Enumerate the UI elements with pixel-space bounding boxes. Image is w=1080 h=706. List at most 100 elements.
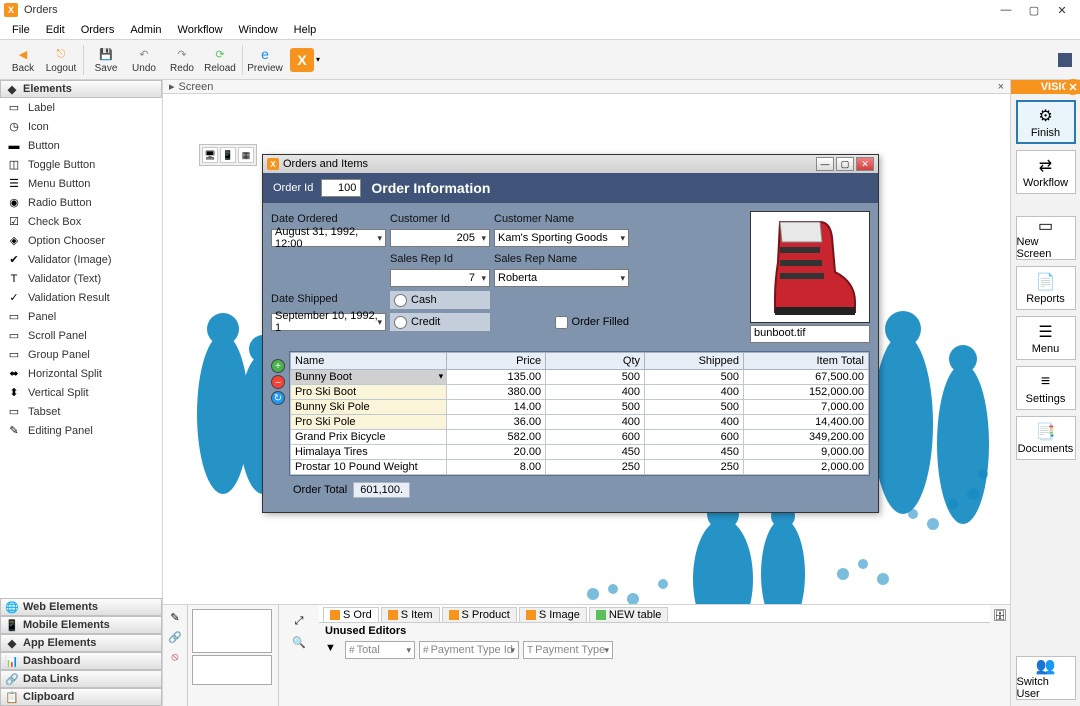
order-id-field[interactable]: 100: [321, 179, 361, 197]
col-price[interactable]: Price: [447, 353, 546, 370]
element-icon[interactable]: ◷Icon: [0, 117, 162, 136]
maximize-button[interactable]: ▢: [1020, 1, 1048, 19]
order-filled-checkbox[interactable]: Order Filled: [494, 313, 629, 331]
element-horizontal-split[interactable]: ⬌Horizontal Split: [0, 364, 162, 383]
col-qty[interactable]: Qty: [546, 353, 645, 370]
image-filename-field[interactable]: bunboot.tif: [750, 325, 870, 343]
menu-window[interactable]: Window: [231, 22, 286, 38]
child-window-titlebar[interactable]: X Orders and Items — ▢ ✕: [263, 155, 878, 173]
tab-s-item[interactable]: S Item: [381, 607, 440, 622]
col-shipped[interactable]: Shipped: [645, 353, 744, 370]
sales-rep-name-select[interactable]: Roberta: [494, 269, 629, 287]
order-items-table[interactable]: NamePriceQtyShippedItem Total Bunny Boot…: [289, 351, 870, 476]
sidebar-section-web-elements[interactable]: 🌐Web Elements: [0, 598, 162, 616]
menu-help[interactable]: Help: [286, 22, 325, 38]
menu-edit[interactable]: Edit: [38, 22, 73, 38]
child-close-button[interactable]: ✕: [856, 157, 874, 171]
link-tool-icon[interactable]: 🔗: [167, 629, 183, 645]
table-row[interactable]: Pro Ski Boot380.00400400152,000.00: [291, 385, 869, 400]
payment-credit-radio[interactable]: Credit: [390, 313, 490, 331]
delete-row-icon[interactable]: –: [271, 375, 285, 389]
child-maximize-button[interactable]: ▢: [836, 157, 854, 171]
col-item-total[interactable]: Item Total: [743, 353, 868, 370]
toolbar-right-icon[interactable]: [1058, 53, 1072, 67]
sidebar-section-data-links[interactable]: 🔗Data Links: [0, 670, 162, 688]
total-filter-field[interactable]: Total: [345, 641, 415, 659]
magnify-icon[interactable]: 🔍: [292, 636, 306, 649]
vision-close-icon[interactable]: ✕: [1065, 79, 1080, 95]
settings-button[interactable]: ≡Settings: [1016, 366, 1076, 410]
minimize-button[interactable]: —: [992, 1, 1020, 19]
mini-grid-1[interactable]: [192, 609, 272, 653]
table-row[interactable]: Himalaya Tires20.004504509,000.00: [291, 445, 869, 460]
sales-rep-id-select[interactable]: 7: [390, 269, 490, 287]
close-button[interactable]: ✕: [1048, 1, 1076, 19]
desktop-mode-icon[interactable]: 🖥: [202, 147, 218, 163]
save-button[interactable]: 💾Save: [87, 42, 125, 78]
element-option-chooser[interactable]: ◈Option Chooser: [0, 231, 162, 250]
orders-items-window[interactable]: X Orders and Items — ▢ ✕ Order Id 100 Or…: [262, 154, 879, 513]
stop-tool-icon[interactable]: ⦸: [167, 649, 183, 665]
sidebar-elements-header[interactable]: ◆ Elements: [0, 80, 162, 98]
element-menu-button[interactable]: ☰Menu Button: [0, 174, 162, 193]
workflow-button[interactable]: ⇄Workflow: [1016, 150, 1076, 194]
menu-workflow[interactable]: Workflow: [170, 22, 231, 38]
undo-button[interactable]: ↶Undo: [125, 42, 163, 78]
element-vertical-split[interactable]: ⬍Vertical Split: [0, 383, 162, 402]
refresh-rows-icon[interactable]: ↻: [271, 391, 285, 405]
payment-type-filter-field[interactable]: Payment Type: [523, 641, 613, 659]
grid-mode-icon[interactable]: ▦: [238, 147, 254, 163]
switch-user-button[interactable]: 👥Switch User: [1016, 656, 1076, 700]
table-row[interactable]: Prostar 10 Pound Weight8.002502502,000.0…: [291, 460, 869, 475]
table-row[interactable]: Bunny Boot135.0050050067,500.00: [291, 370, 869, 385]
customer-name-select[interactable]: Kam's Sporting Goods: [494, 229, 629, 247]
child-minimize-button[interactable]: —: [816, 157, 834, 171]
mini-grid-2[interactable]: [192, 655, 272, 685]
element-tabset[interactable]: ▭Tabset: [0, 402, 162, 421]
element-validation-result[interactable]: ✓Validation Result: [0, 288, 162, 307]
tab-s-image[interactable]: S Image: [519, 607, 587, 622]
element-toggle-button[interactable]: ◫Toggle Button: [0, 155, 162, 174]
preview-button[interactable]: ePreview: [246, 42, 284, 78]
panel-close-icon[interactable]: ×: [998, 81, 1004, 93]
menu-admin[interactable]: Admin: [122, 22, 169, 38]
filter-icon[interactable]: ▼: [325, 642, 341, 658]
element-validator-image-[interactable]: ✔Validator (Image): [0, 250, 162, 269]
app-brand-icon[interactable]: X: [290, 48, 314, 72]
redo-button[interactable]: ↷Redo: [163, 42, 201, 78]
tab-new-table[interactable]: NEW table: [589, 607, 669, 622]
table-row[interactable]: Grand Prix Bicycle582.00600600349,200.00: [291, 430, 869, 445]
menu-file[interactable]: File: [4, 22, 38, 38]
element-label[interactable]: ▭Label: [0, 98, 162, 117]
customer-id-select[interactable]: 205: [390, 229, 490, 247]
expand-icon[interactable]: ⤢: [295, 615, 304, 628]
sidebar-section-app-elements[interactable]: ◆App Elements: [0, 634, 162, 652]
db-icon[interactable]: 🗄: [993, 609, 1007, 622]
reload-button[interactable]: ⟳Reload: [201, 42, 239, 78]
menu-button[interactable]: ☰Menu: [1016, 316, 1076, 360]
element-scroll-panel[interactable]: ▭Scroll Panel: [0, 326, 162, 345]
logout-button[interactable]: ⎋Logout: [42, 42, 80, 78]
mobile-mode-icon[interactable]: 📱: [220, 147, 236, 163]
element-button[interactable]: ▬Button: [0, 136, 162, 155]
sidebar-section-clipboard[interactable]: 📋Clipboard: [0, 688, 162, 706]
design-canvas[interactable]: 🖥 📱 ▦ X Orders and Items — ▢ ✕ Order Id …: [163, 94, 1010, 604]
table-row[interactable]: Pro Ski Pole36.0040040014,400.00: [291, 415, 869, 430]
element-editing-panel[interactable]: ✎Editing Panel: [0, 421, 162, 440]
finish-button[interactable]: ⚙Finish: [1016, 100, 1076, 144]
element-radio-button[interactable]: ◉Radio Button: [0, 193, 162, 212]
table-row[interactable]: Bunny Ski Pole14.005005007,000.00: [291, 400, 869, 415]
menu-orders[interactable]: Orders: [73, 22, 123, 38]
element-check-box[interactable]: ☑Check Box: [0, 212, 162, 231]
element-group-panel[interactable]: ▭Group Panel: [0, 345, 162, 364]
element-panel[interactable]: ▭Panel: [0, 307, 162, 326]
sidebar-section-mobile-elements[interactable]: 📱Mobile Elements: [0, 616, 162, 634]
documents-button[interactable]: 📑Documents: [1016, 416, 1076, 460]
dropdown-caret-icon[interactable]: ▾: [316, 55, 320, 64]
date-ordered-select[interactable]: August 31, 1992, 12:00: [271, 229, 386, 247]
new-screen-button[interactable]: ▭New Screen: [1016, 216, 1076, 260]
payment-type-id-filter-field[interactable]: Payment Type Id: [419, 641, 519, 659]
element-validator-text-[interactable]: TValidator (Text): [0, 269, 162, 288]
add-row-icon[interactable]: +: [271, 359, 285, 373]
edit-tool-icon[interactable]: ✎: [167, 609, 183, 625]
